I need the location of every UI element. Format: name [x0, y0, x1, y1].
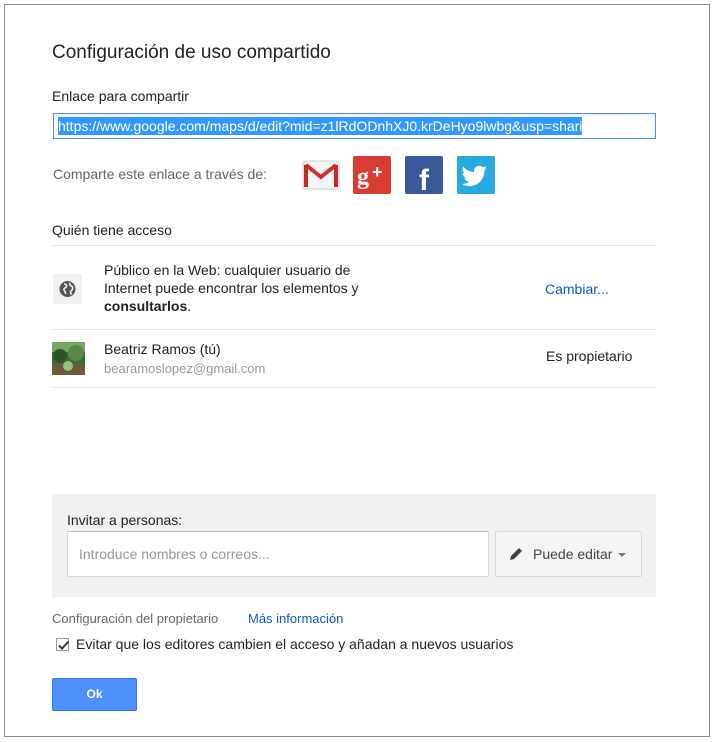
- divider: [52, 245, 656, 246]
- invite-input[interactable]: [67, 531, 489, 577]
- public-access-line1: Público en la Web: cualquier usuario de: [104, 262, 351, 278]
- svg-text:g: g: [357, 164, 369, 190]
- svg-text:+: +: [372, 162, 383, 182]
- public-access-period: .: [187, 298, 192, 314]
- owner-role: Es propietario: [546, 348, 633, 364]
- dialog-title: Configuración de uso compartido: [52, 42, 331, 63]
- avatar: [52, 342, 85, 375]
- google-plus-icon[interactable]: g +: [353, 156, 391, 194]
- invite-label: Invitar a personas:: [67, 512, 183, 528]
- access-label: Quién tiene acceso: [52, 222, 172, 238]
- owner-email: bearamoslopez@gmail.com: [104, 361, 266, 376]
- prevent-editors-checkbox[interactable]: [56, 638, 70, 651]
- public-access-description: Público en la Web: cualquier usuario de …: [104, 261, 404, 315]
- svg-text:f: f: [419, 164, 430, 194]
- public-access-line3: consultarlos: [104, 298, 188, 314]
- chevron-down-icon: [618, 553, 627, 557]
- gmail-icon[interactable]: [302, 156, 340, 194]
- permission-dropdown[interactable]: Puede editar: [495, 531, 642, 577]
- twitter-icon[interactable]: [457, 156, 495, 194]
- ok-button[interactable]: Ok: [52, 678, 137, 711]
- invite-panel: Invitar a personas: Puede editar: [52, 494, 656, 597]
- share-via-label: Comparte este enlace a través de:: [53, 166, 268, 182]
- divider: [52, 329, 656, 330]
- share-link-label: Enlace para compartir: [52, 88, 189, 104]
- change-access-link[interactable]: Cambiar...: [545, 281, 609, 297]
- pencil-icon: [510, 548, 522, 560]
- prevent-editors-label: Evitar que los editores cambien el acces…: [76, 636, 514, 652]
- globe-icon: [53, 274, 82, 304]
- permission-label: Puede editar: [533, 546, 613, 562]
- owner-settings-label: Configuración del propietario: [52, 611, 219, 626]
- owner-name: Beatriz Ramos (tú): [104, 341, 221, 357]
- checkmark-icon: [58, 640, 70, 650]
- share-settings-dialog: Configuración de uso compartido Enlace p…: [4, 4, 710, 737]
- divider: [52, 387, 656, 388]
- public-access-line2: Internet puede encontrar los elementos y: [104, 280, 359, 296]
- facebook-icon[interactable]: f: [405, 156, 443, 197]
- share-link-field[interactable]: https://www.google.com/maps/d/edit?mid=z…: [53, 113, 656, 139]
- share-link-value: https://www.google.com/maps/d/edit?mid=z…: [58, 117, 583, 135]
- more-info-link[interactable]: Más información: [248, 611, 343, 626]
